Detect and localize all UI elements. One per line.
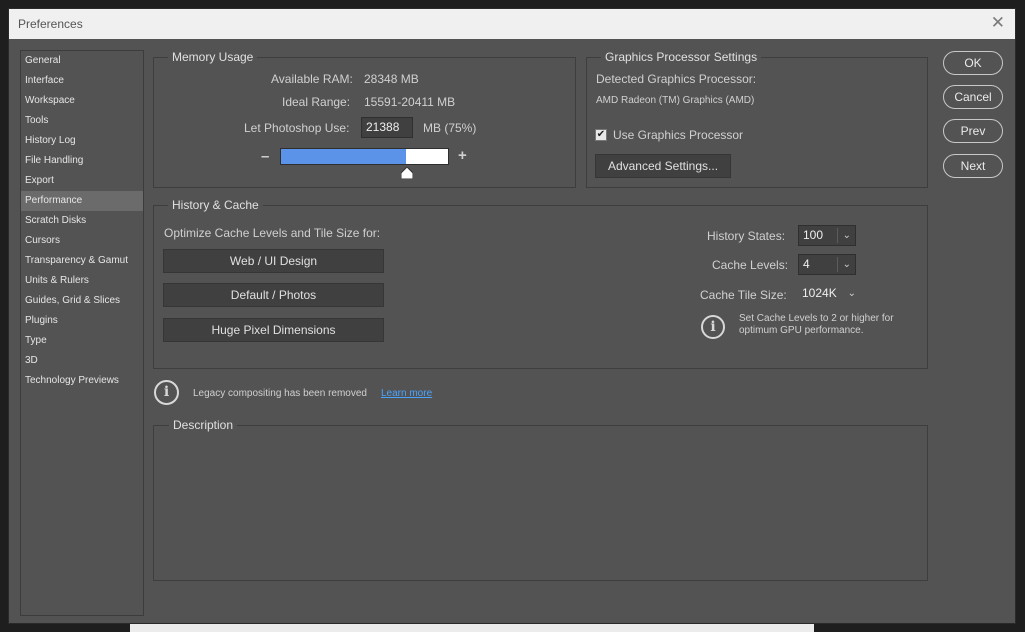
cache-tile-size-label: Cache Tile Size: xyxy=(700,288,787,302)
sidebar-item-cursors[interactable]: Cursors xyxy=(21,231,143,251)
dropdown-separator xyxy=(837,257,838,272)
ideal-range-label: Ideal Range: xyxy=(282,95,351,109)
info-icon: i xyxy=(701,315,725,339)
chevron-down-icon: ⌄ xyxy=(842,230,851,241)
cache-levels-label: Cache Levels: xyxy=(712,258,789,272)
history-states-dropdown[interactable]: 100 ⌄ xyxy=(798,225,856,246)
sidebar-item-units-rulers[interactable]: Units & Rulers xyxy=(21,271,143,291)
sidebar-item-plugins[interactable]: Plugins xyxy=(21,311,143,331)
sidebar-item-scratch-disks[interactable]: Scratch Disks xyxy=(21,211,143,231)
graphics-processor-legend: Graphics Processor Settings xyxy=(601,50,762,64)
sidebar-item-general[interactable]: General xyxy=(21,51,143,71)
legacy-compositing-text: Legacy compositing has been removed xyxy=(193,388,367,399)
web-ui-design-button[interactable]: Web / UI Design xyxy=(163,249,384,273)
sidebar-item-transparency-gamut[interactable]: Transparency & Gamut xyxy=(21,251,143,271)
cache-levels-value: 4 xyxy=(803,257,810,271)
preferences-dialog: Preferences ✕ General Interface Workspace T… xyxy=(8,8,1016,624)
huge-pixel-dimensions-button[interactable]: Huge Pixel Dimensions xyxy=(163,318,384,342)
dropdown-separator xyxy=(837,228,838,243)
memory-slider-thumb[interactable] xyxy=(400,167,413,179)
sidebar-item-guides-grid-slices[interactable]: Guides, Grid & Slices xyxy=(21,291,143,311)
sidebar-item-file-handling[interactable]: File Handling xyxy=(21,151,143,171)
cache-info-text-2: optimum GPU performance. xyxy=(739,325,864,336)
sidebar-item-workspace[interactable]: Workspace xyxy=(21,91,143,111)
description-legend: Description xyxy=(169,418,238,432)
prev-button[interactable]: Prev xyxy=(943,119,1003,143)
memory-usage-legend: Memory Usage xyxy=(168,50,258,64)
ideal-range-value: 15591-20411 MB xyxy=(364,95,456,109)
let-photoshop-use-input[interactable]: 21388 xyxy=(361,117,413,138)
detected-gpu-value: AMD Radeon (TM) Graphics (AMD) xyxy=(596,95,755,106)
history-states-value: 100 xyxy=(803,228,824,242)
next-button[interactable]: Next xyxy=(943,154,1003,178)
info-icon: i xyxy=(154,380,179,405)
cache-levels-dropdown[interactable]: 4 ⌄ xyxy=(798,254,856,275)
learn-more-link[interactable]: Learn more xyxy=(381,388,432,399)
minus-icon[interactable]: – xyxy=(261,148,269,165)
history-cache-legend: History & Cache xyxy=(168,198,263,212)
cancel-button[interactable]: Cancel xyxy=(943,85,1003,109)
close-icon[interactable]: ✕ xyxy=(991,14,1005,32)
cache-tile-size-value: 1024K xyxy=(802,286,837,300)
ok-button[interactable]: OK xyxy=(943,51,1003,75)
use-gpu-label[interactable]: Use Graphics Processor xyxy=(613,128,743,142)
advanced-settings-button[interactable]: Advanced Settings... xyxy=(595,154,731,178)
chevron-down-icon: ⌄ xyxy=(847,288,856,299)
sidebar-item-performance[interactable]: Performance xyxy=(21,191,143,211)
let-photoshop-use-label: Let Photoshop Use: xyxy=(244,121,350,135)
cache-tile-size-dropdown[interactable]: 1024K ⌄ xyxy=(798,284,860,305)
description-group xyxy=(153,425,928,581)
sidebar-item-3d[interactable]: 3D xyxy=(21,351,143,371)
cache-info-text-1: Set Cache Levels to 2 or higher for xyxy=(739,313,894,324)
use-gpu-checkbox[interactable]: ✔ xyxy=(595,129,607,141)
memory-slider[interactable] xyxy=(280,148,449,165)
optimize-cache-label: Optimize Cache Levels and Tile Size for: xyxy=(164,226,381,240)
preferences-category-list: General Interface Workspace Tools History Lo… xyxy=(20,50,144,616)
chevron-down-icon: ⌄ xyxy=(842,259,851,270)
plus-icon[interactable]: + xyxy=(458,147,467,164)
memory-slider-fill xyxy=(281,149,407,164)
sidebar-item-tools[interactable]: Tools xyxy=(21,111,143,131)
sidebar-item-type[interactable]: Type xyxy=(21,331,143,351)
available-ram-label: Available RAM: xyxy=(271,72,353,86)
sidebar-item-history-log[interactable]: History Log xyxy=(21,131,143,151)
history-states-label: History States: xyxy=(707,229,786,243)
default-photos-button[interactable]: Default / Photos xyxy=(163,283,384,307)
sidebar-item-interface[interactable]: Interface xyxy=(21,71,143,91)
let-photoshop-use-unit: MB (75%) xyxy=(423,121,477,135)
available-ram-value: 28348 MB xyxy=(364,72,419,86)
title-bar: Preferences ✕ xyxy=(9,9,1015,39)
sidebar-item-technology-previews[interactable]: Technology Previews xyxy=(21,371,143,391)
sidebar-item-export[interactable]: Export xyxy=(21,171,143,191)
detected-gpu-label: Detected Graphics Processor: xyxy=(596,72,757,86)
taskbar-edge xyxy=(130,624,814,632)
window-title: Preferences xyxy=(18,17,83,31)
